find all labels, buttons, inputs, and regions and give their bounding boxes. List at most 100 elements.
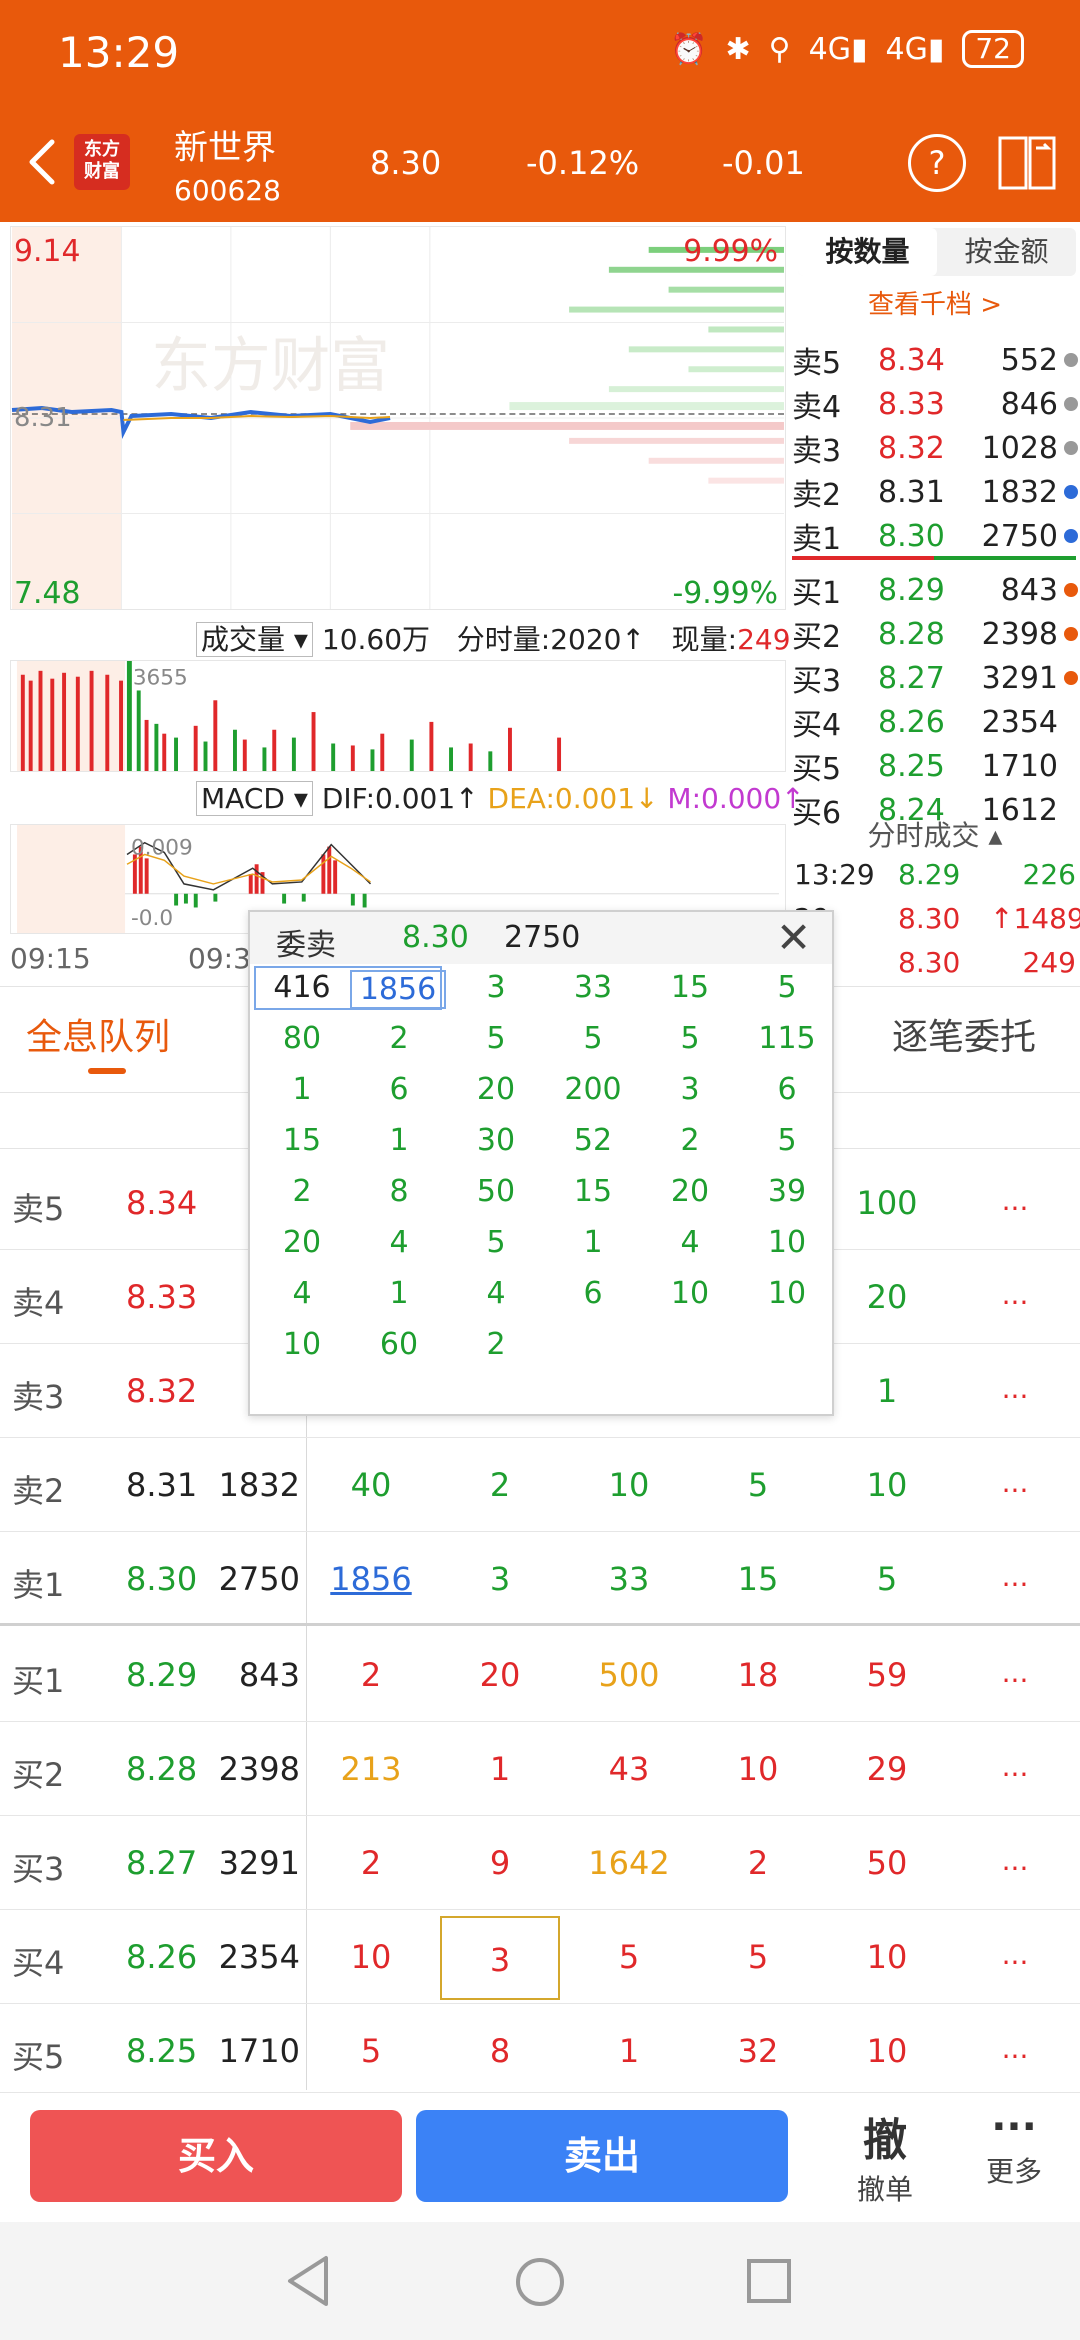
queue-cell[interactable]: 59 [827, 1656, 947, 1694]
row-more-button[interactable]: ... [960, 1372, 1070, 1405]
popup-order-cell[interactable]: 1 [351, 1276, 447, 1311]
row-more-button[interactable]: ... [960, 1938, 1070, 1971]
buy-button[interactable]: 买入 [30, 2110, 402, 2202]
popup-order-cell[interactable]: 3 [448, 970, 544, 1005]
popup-order-cell[interactable]: 60 [351, 1327, 447, 1362]
queue-row[interactable]: 买3 8.27 3291 2 9 1642 2 50 ... [0, 1816, 1080, 1910]
popup-order-cell[interactable]: 20 [448, 1072, 544, 1107]
popup-order-cell[interactable]: 4 [254, 1276, 350, 1311]
nav-back-icon[interactable] [284, 2254, 334, 2308]
queue-cell[interactable]: 5 [827, 1560, 947, 1598]
queue-cell-selected[interactable]: 1856 [311, 1560, 431, 1598]
cancel-order-button[interactable]: 撤 撤单 [840, 2104, 930, 2208]
popup-order-cell[interactable]: 5 [448, 1225, 544, 1260]
queue-cell[interactable]: 20 [440, 1656, 560, 1694]
queue-cell[interactable]: 213 [311, 1750, 431, 1788]
popup-order-cell[interactable]: 80 [254, 1021, 350, 1056]
popup-order-cell[interactable]: 6 [739, 1072, 835, 1107]
queue-cell[interactable]: 5 [569, 1938, 689, 1976]
ask-row[interactable]: 卖4 8.33 846 [792, 382, 1078, 426]
queue-cell[interactable]: 100 [827, 1184, 947, 1222]
queue-cell[interactable]: 9 [440, 1844, 560, 1882]
nav-home-icon[interactable] [512, 2254, 568, 2310]
view-thousand-levels-link[interactable]: 查看千档 > [790, 284, 1080, 321]
ask-row[interactable]: 卖1 8.30 2750 [792, 514, 1078, 558]
row-more-button[interactable]: ... [960, 1184, 1070, 1217]
popup-order-cell[interactable]: 20 [642, 1174, 738, 1209]
help-button[interactable]: ? [908, 134, 966, 192]
nav-recents-icon[interactable] [744, 2256, 794, 2306]
layout-switch-icon[interactable] [996, 134, 1058, 192]
queue-cell[interactable]: 50 [827, 1844, 947, 1882]
tab-full-queue[interactable]: 全息队列 [26, 1008, 170, 1060]
queue-cell[interactable]: 10 [827, 2032, 947, 2070]
queue-cell[interactable]: 15 [698, 1560, 818, 1598]
more-button[interactable]: ··· 更多 [966, 2104, 1062, 2190]
popup-order-cell[interactable]: 2 [254, 1174, 350, 1209]
popup-order-cell[interactable]: 6 [545, 1276, 641, 1311]
popup-order-cell[interactable]: 30 [448, 1123, 544, 1158]
popup-order-cell[interactable]: 2 [642, 1123, 738, 1158]
ask-row[interactable]: 卖3 8.32 1028 [792, 426, 1078, 470]
popup-order-cell[interactable]: 52 [545, 1123, 641, 1158]
popup-order-cell[interactable]: 5 [545, 1021, 641, 1056]
popup-order-cell[interactable]: 5 [448, 1021, 544, 1056]
popup-order-cell[interactable]: 2 [351, 1021, 447, 1056]
popup-order-cell[interactable]: 15 [254, 1123, 350, 1158]
queue-cell[interactable]: 10 [827, 1938, 947, 1976]
popup-order-cell[interactable]: 10 [642, 1276, 738, 1311]
queue-cell[interactable]: 10 [311, 1938, 431, 1976]
bid-row[interactable]: 买5 8.25 1710 [792, 744, 1078, 788]
popup-order-cell[interactable]: 20 [254, 1225, 350, 1260]
popup-order-cell[interactable]: 1 [254, 1072, 350, 1107]
queue-cell[interactable]: 5 [698, 1466, 818, 1504]
back-arrow-icon[interactable] [18, 132, 68, 192]
queue-cell[interactable]: 43 [569, 1750, 689, 1788]
queue-cell[interactable]: 5 [698, 1938, 818, 1976]
queue-cell-highlighted[interactable]: 3 [440, 1916, 560, 2000]
popup-order-cell[interactable]: 5 [642, 1021, 738, 1056]
queue-cell[interactable]: 8 [440, 2032, 560, 2070]
queue-cell[interactable]: 20 [827, 1278, 947, 1316]
queue-cell[interactable]: 33 [569, 1560, 689, 1598]
tab-order-by-order[interactable]: 逐笔委托 [892, 1008, 1036, 1060]
popup-order-cell[interactable]: 10 [254, 1327, 350, 1362]
row-more-button[interactable]: ... [960, 1656, 1070, 1689]
queue-cell[interactable]: 500 [569, 1656, 689, 1694]
ask-row[interactable]: 卖5 8.34 552 [792, 338, 1078, 382]
queue-cell[interactable]: 18 [698, 1656, 818, 1694]
popup-order-cell[interactable]: 8 [351, 1174, 447, 1209]
ask-row[interactable]: 卖2 8.31 1832 [792, 470, 1078, 514]
row-more-button[interactable]: ... [960, 1844, 1070, 1877]
queue-row[interactable]: 买1 8.29 843 2 20 500 18 59 ... [0, 1628, 1080, 1722]
queue-cell[interactable]: 5 [311, 2032, 431, 2070]
queue-cell[interactable]: 3 [440, 1560, 560, 1598]
bid-row[interactable]: 买3 8.27 3291 [792, 656, 1078, 700]
popup-order-cell[interactable]: 4 [351, 1225, 447, 1260]
popup-order-cell[interactable]: 200 [545, 1072, 641, 1107]
queue-row[interactable]: 买5 8.25 1710 5 8 1 32 10 ... [0, 2004, 1080, 2092]
ticks-title[interactable]: 分时成交 ▴ [792, 814, 1078, 854]
queue-cell[interactable]: 1642 [569, 1844, 689, 1882]
queue-row[interactable]: 买4 8.26 2354 10 3 5 5 10 ... [0, 1910, 1080, 2004]
popup-order-cell[interactable]: 10 [739, 1225, 835, 1260]
queue-cell[interactable]: 1 [440, 1750, 560, 1788]
queue-cell[interactable]: 10 [698, 1750, 818, 1788]
popup-order-cell[interactable]: 39 [739, 1174, 835, 1209]
queue-row[interactable]: 买2 8.28 2398 213 1 43 10 29 ... [0, 1722, 1080, 1816]
queue-cell[interactable]: 2 [440, 1466, 560, 1504]
close-icon[interactable]: ✕ [776, 912, 811, 964]
queue-cell[interactable]: 40 [311, 1466, 431, 1504]
popup-order-cell[interactable]: 1 [351, 1123, 447, 1158]
tab-by-amount[interactable]: 按金额 [937, 228, 1076, 276]
bid-row[interactable]: 买4 8.26 2354 [792, 700, 1078, 744]
row-more-button[interactable]: ... [960, 1750, 1070, 1783]
queue-cell[interactable]: 2 [311, 1844, 431, 1882]
queue-cell[interactable]: 10 [569, 1466, 689, 1504]
queue-cell[interactable]: 32 [698, 2032, 818, 2070]
tab-by-quantity[interactable]: 按数量 [798, 228, 937, 276]
popup-order-cell[interactable]: 50 [448, 1174, 544, 1209]
popup-order-cell[interactable]: 5 [739, 1123, 835, 1158]
queue-row[interactable]: 卖1 8.30 2750 1856 3 33 15 5 ... [0, 1532, 1080, 1626]
popup-order-cell[interactable]: 33 [545, 970, 641, 1005]
